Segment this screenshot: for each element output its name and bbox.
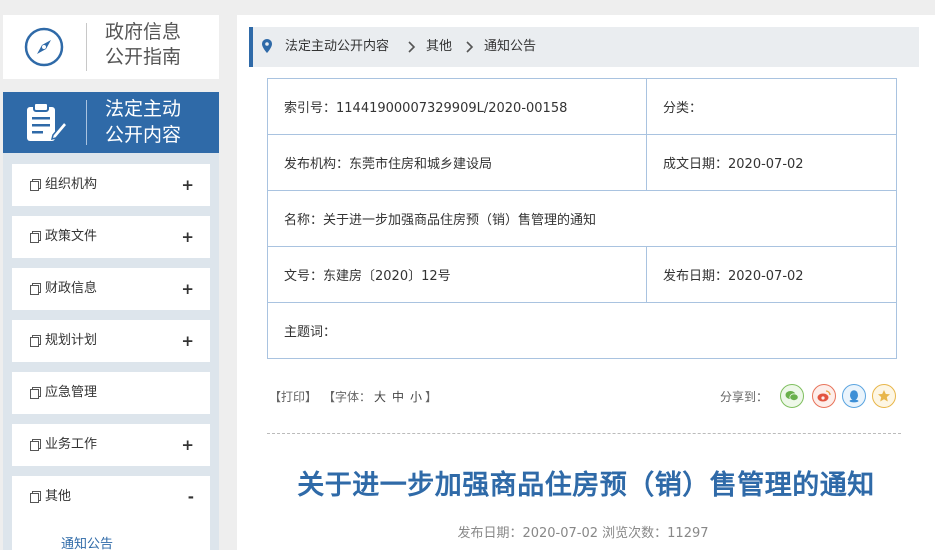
compass-icon	[24, 27, 64, 67]
document-icon	[30, 491, 41, 503]
sidebar-menu: 组织机构 + 政策文件 + 财政信息 + 规划计划 + 应急管理 业务工作 +	[3, 153, 219, 550]
doc-no-label: 文号：	[284, 269, 324, 284]
breadcrumb-item-notices[interactable]: 通知公告	[484, 27, 536, 67]
main-content: 法定主动公开内容 其他 通知公告 索引号：11441900007329909L/…	[237, 15, 935, 550]
divider	[86, 100, 87, 145]
document-icon	[30, 439, 41, 451]
index-no-cell: 索引号：11441900007329909L/2020-00158	[267, 78, 647, 135]
sidebar-item-finance[interactable]: 财政信息 +	[12, 268, 210, 310]
chevron-right-icon	[466, 27, 474, 67]
sidebar-item-label: 政策文件	[45, 229, 98, 244]
chevron-right-icon	[408, 27, 416, 67]
print-button[interactable]: 【打印】	[269, 388, 317, 405]
keywords-cell: 主题词：	[267, 302, 897, 359]
document-icon	[30, 179, 41, 191]
wechat-icon	[785, 391, 799, 401]
sidebar-item-other[interactable]: 其他 - 通知公告	[12, 476, 210, 550]
sidebar-subitem-notices[interactable]: 通知公告	[61, 533, 113, 550]
sidebar-item-policy[interactable]: 政策文件 +	[12, 216, 210, 258]
written-date-value: 2020-07-02	[728, 157, 804, 172]
table-row: 名称：关于进一步加强商品住房预（销）售管理的通知	[267, 190, 897, 247]
name-cell: 名称：关于进一步加强商品住房预（销）售管理的通知	[267, 190, 897, 247]
document-icon	[30, 335, 41, 347]
sidebar-item-label: 规划计划	[45, 333, 98, 348]
publish-date-label: 发布日期：	[663, 269, 729, 284]
keywords-label: 主题词：	[284, 325, 337, 340]
favorite-icon	[878, 390, 890, 402]
section-label-line1: 法定主动	[105, 98, 182, 120]
doc-no-cell: 文号：东建房〔2020〕12号	[267, 246, 647, 303]
share-label: 分享到：	[720, 390, 769, 404]
expand-icon[interactable]: +	[181, 268, 194, 310]
publish-date-value: 2020-07-02	[728, 269, 804, 284]
sidebar-item-label: 应急管理	[45, 385, 98, 400]
publish-date-cell: 发布日期：2020-07-02	[646, 246, 897, 303]
document-icon	[30, 231, 41, 243]
sidebar-item-label: 业务工作	[45, 437, 98, 452]
section-label-line2: 公开内容	[105, 124, 182, 146]
doc-no-value: 东建房〔2020〕12号	[323, 269, 451, 284]
sidebar-item-label: 组织机构	[45, 177, 98, 192]
weibo-icon	[817, 390, 831, 402]
expand-icon[interactable]: +	[181, 424, 194, 466]
location-pin-icon	[262, 39, 272, 53]
breadcrumb-item-disclosure[interactable]: 法定主动公开内容	[285, 27, 389, 67]
publisher-label: 发布机构：	[284, 157, 350, 172]
table-row: 主题词：	[267, 302, 897, 359]
article-title: 关于进一步加强商品住房预（销）售管理的通知	[297, 470, 875, 501]
table-row: 索引号：11441900007329909L/2020-00158 分类：	[267, 78, 897, 135]
sidebar-item-organization[interactable]: 组织机构 +	[12, 164, 210, 206]
sidebar-item-business[interactable]: 业务工作 +	[12, 424, 210, 466]
written-date-cell: 成文日期：2020-07-02	[646, 134, 897, 191]
index-no-label: 索引号：	[284, 101, 337, 116]
sidebar-item-emergency[interactable]: 应急管理	[12, 372, 210, 414]
sidebar-item-label: 其他	[45, 489, 72, 504]
font-medium-button[interactable]: 中	[392, 390, 404, 404]
document-icon	[30, 387, 41, 399]
document-meta-table: 索引号：11441900007329909L/2020-00158 分类： 发布…	[267, 78, 897, 359]
index-no-value: 11441900007329909L/2020-00158	[336, 101, 568, 116]
font-large-button[interactable]: 大	[374, 390, 386, 404]
favorite-share-button[interactable]	[872, 384, 896, 408]
expand-icon[interactable]: +	[181, 320, 194, 362]
section-header[interactable]: 法定主动 公开内容	[3, 92, 219, 153]
font-size-suffix: 】	[425, 390, 438, 404]
section-header-label: 法定主动 公开内容	[105, 96, 217, 148]
guide-label: 政府信息 公开指南	[105, 20, 217, 70]
sidebar-item-planning[interactable]: 规划计划 +	[12, 320, 210, 362]
font-size-prefix: 【字体：	[323, 390, 372, 404]
breadcrumb-item-other[interactable]: 其他	[426, 27, 452, 67]
article-toolbar: 【打印】 【字体：大中小】 分享到：	[267, 384, 897, 408]
wechat-share-button[interactable]	[780, 384, 804, 408]
category-cell: 分类：	[646, 78, 897, 135]
divider	[267, 433, 901, 434]
font-small-button[interactable]: 小	[410, 390, 422, 404]
weibo-share-button[interactable]	[812, 384, 836, 408]
font-size-control: 【字体：大中小】	[323, 388, 437, 405]
document-edit-icon	[27, 102, 67, 141]
guide-label-line2: 公开指南	[105, 46, 182, 68]
article-publish-info: 发布日期：2020-07-02 浏览次数：11297	[457, 526, 709, 541]
document-icon	[30, 283, 41, 295]
guide-label-line1: 政府信息	[105, 21, 182, 43]
table-row: 文号：东建房〔2020〕12号 发布日期：2020-07-02	[267, 246, 897, 303]
sidebar-item-label: 财政信息	[45, 281, 98, 296]
name-value: 关于进一步加强商品住房预（销）售管理的通知	[323, 213, 597, 228]
divider	[86, 23, 87, 71]
table-row: 发布机构：东莞市住房和城乡建设局 成文日期：2020-07-02	[267, 134, 897, 191]
expand-icon[interactable]: +	[181, 164, 194, 206]
sidebar: 政府信息 公开指南 法定主动 公开内容 组织机构 + 政策文件 + 财政信息 +…	[3, 15, 219, 550]
qq-icon	[849, 390, 859, 403]
name-label: 名称：	[284, 213, 324, 228]
publisher-value: 东莞市住房和城乡建设局	[349, 157, 493, 172]
qq-share-button[interactable]	[842, 384, 866, 408]
category-label: 分类：	[663, 101, 703, 116]
publisher-cell: 发布机构：东莞市住房和城乡建设局	[267, 134, 647, 191]
expand-icon[interactable]: +	[181, 216, 194, 258]
written-date-label: 成文日期：	[663, 157, 729, 172]
breadcrumb: 法定主动公开内容 其他 通知公告	[249, 27, 919, 67]
info-disclosure-guide-link[interactable]: 政府信息 公开指南	[3, 15, 219, 79]
collapse-icon[interactable]: -	[188, 476, 194, 518]
